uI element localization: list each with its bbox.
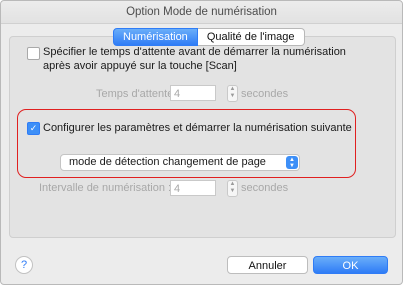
checkmark-icon: ✓ xyxy=(29,123,38,133)
next-scan-option-label: Configurer les paramètres et démarrer la… xyxy=(43,122,352,134)
ok-button[interactable]: OK xyxy=(313,256,388,274)
tab-bar: Numérisation Qualité de l'image xyxy=(113,28,305,46)
interval-label: Intervalle de numérisation : xyxy=(39,182,172,194)
stepper-up-icon: ▲ xyxy=(229,86,236,92)
scan-mode-select[interactable]: mode de détection changement de page ▲ ▼ xyxy=(60,154,300,171)
help-button[interactable]: ? xyxy=(15,256,33,274)
next-scan-checkbox[interactable]: ✓ xyxy=(27,122,40,135)
interval-field[interactable]: 4 xyxy=(170,180,216,196)
stepper-down-icon: ▼ xyxy=(229,188,236,194)
tab-numerisation[interactable]: Numérisation xyxy=(113,28,198,46)
wait-time-field[interactable]: 4 xyxy=(170,85,216,101)
tab-qualite-image[interactable]: Qualité de l'image xyxy=(197,28,305,46)
wait-time-option-label-line2: après avoir appuyé sur la touche [Scan] xyxy=(43,60,237,72)
stepper-up-icon: ▲ xyxy=(229,181,236,187)
wait-time-option-label-line1: Spécifier le temps d'attente avant de dé… xyxy=(43,46,346,58)
interval-stepper[interactable]: ▲ ▼ xyxy=(227,180,238,197)
cancel-button[interactable]: Annuler xyxy=(227,256,308,274)
stepper-down-icon: ▼ xyxy=(229,93,236,99)
interval-unit: secondes xyxy=(241,182,289,194)
wait-time-unit: secondes xyxy=(241,88,289,100)
scan-mode-value: mode de détection changement de page xyxy=(69,156,266,168)
window-title: Option Mode de numérisation xyxy=(1,1,402,24)
wait-time-checkbox[interactable] xyxy=(27,47,40,60)
wait-time-label: Temps d'attente : xyxy=(96,88,180,100)
select-arrows-icon: ▲ ▼ xyxy=(286,156,298,169)
wait-time-stepper[interactable]: ▲ ▼ xyxy=(227,85,238,102)
dialog-window: Option Mode de numérisation Numérisation… xyxy=(0,0,403,285)
